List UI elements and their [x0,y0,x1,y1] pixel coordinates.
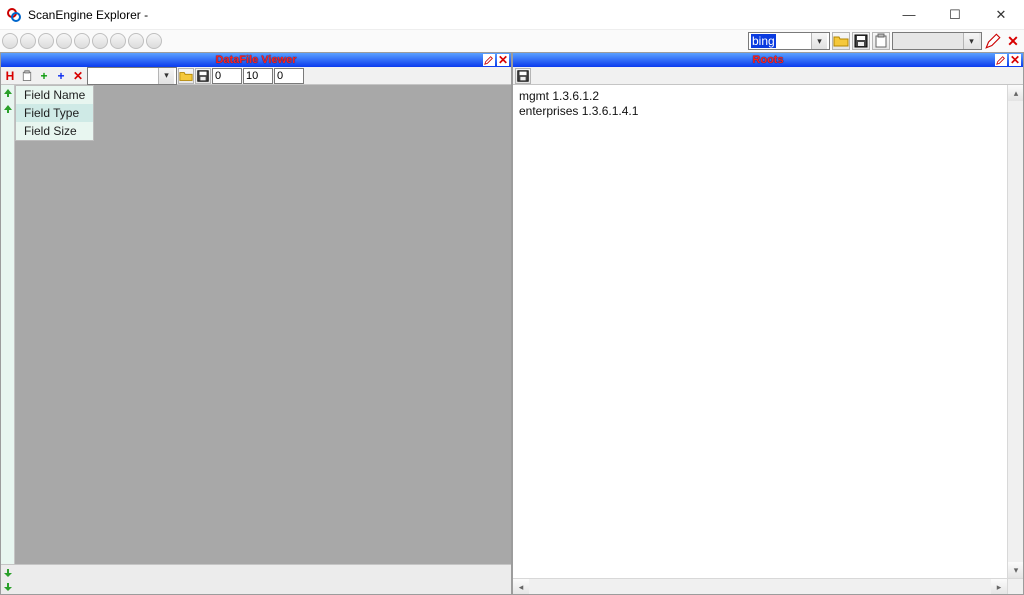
roots-content[interactable]: mgmt 1.3.6.1.2 enterprises 1.3.6.1.4.1 [513,85,1023,123]
arrow-up-icon[interactable] [3,87,13,101]
datafile-bottom-gutter [1,564,511,594]
add-blue-button[interactable]: + [53,68,69,84]
horizontal-scrollbar[interactable]: ◂ ▸ [513,578,1007,594]
save-icon [196,69,210,83]
pencil-icon [996,55,1006,65]
h-button[interactable]: H [2,68,18,84]
toolbar-circle-1[interactable] [2,33,18,49]
search-value: bing [751,34,776,48]
panel-edit-button-left[interactable] [483,54,495,66]
toolbar-circle-8[interactable] [128,33,144,49]
add-green-button[interactable]: + [36,68,52,84]
clipboard-icon [21,70,33,82]
toolbar-circle-2[interactable] [20,33,36,49]
field-row-type[interactable]: Field Type [16,104,93,122]
maximize-button[interactable]: ☐ [932,0,978,30]
save-tool[interactable] [195,68,211,84]
scroll-down-icon[interactable]: ▾ [1008,562,1023,578]
roots-body: mgmt 1.3.6.1.2 enterprises 1.3.6.1.4.1 ▴… [513,85,1023,594]
clipboard-icon [873,33,889,49]
edit-button[interactable] [984,32,1002,50]
num-input-3[interactable] [274,68,304,84]
panels: DataFile Viewer ✕ H + + ✕ ▾ [0,52,1024,595]
save-button[interactable] [852,32,870,50]
secondary-combo-input[interactable] [893,33,963,49]
scroll-up-icon[interactable]: ▴ [1008,85,1023,101]
top-right-controls: bing ▾ ▾ ✕ [748,32,1024,50]
toolbar-circle-7[interactable] [110,33,126,49]
titlebar: ScanEngine Explorer - — ☐ ✕ [0,0,1024,30]
field-row-name[interactable]: Field Name [16,86,93,104]
pencil-icon [484,55,494,65]
paste-tool[interactable] [19,68,35,84]
folder-icon [833,33,849,49]
titlebar-left: ScanEngine Explorer - [6,7,148,23]
chevron-down-icon[interactable]: ▾ [963,33,979,49]
panel-close-button-right[interactable]: ✕ [1009,54,1021,66]
open-folder-tool[interactable] [178,68,194,84]
arrow-down-icon[interactable] [3,581,511,593]
toolbar-circle-4[interactable] [56,33,72,49]
fields-list: Field Name Field Type Field Size [15,85,94,141]
toolbar-circle-3[interactable] [38,33,54,49]
panel-datafile-viewer: DataFile Viewer ✕ H + + ✕ ▾ [0,52,512,595]
datafile-side-gutter [1,85,15,564]
window-title: ScanEngine Explorer - [28,8,148,22]
paste-button[interactable] [872,32,890,50]
panel-close-button-left[interactable]: ✕ [497,54,509,66]
folder-icon [179,69,193,83]
save-tool[interactable] [515,68,531,84]
panel-roots: Roots ✕ mgmt 1.3.6.1.2 enterprises 1.3.6… [512,52,1024,595]
minimize-button[interactable]: — [886,0,932,30]
panel-title-left: DataFile Viewer [215,54,296,66]
datafile-toolbar: H + + ✕ ▾ [1,67,511,85]
scroll-left-icon[interactable]: ◂ [513,579,529,594]
pencil-icon [984,32,1002,50]
toolbar-circle-6[interactable] [92,33,108,49]
vertical-scrollbar[interactable]: ▴ ▾ [1007,85,1023,578]
panel-header-right: Roots ✕ [513,53,1023,67]
num-input-1[interactable] [212,68,242,84]
num-input-2[interactable] [243,68,273,84]
delete-button[interactable]: ✕ [1004,32,1022,50]
datafile-body: Field Name Field Type Field Size [1,85,511,564]
app-icon [6,7,22,23]
secondary-combo[interactable]: ▾ [892,32,982,50]
remove-button[interactable]: ✕ [70,68,86,84]
toolbar-circle-9[interactable] [146,33,162,49]
panel-title-right: Roots [752,54,783,66]
search-combo[interactable]: bing ▾ [748,32,830,50]
window-controls: — ☐ ✕ [886,0,1024,30]
chevron-down-icon[interactable]: ▾ [158,68,174,84]
arrow-down-icon[interactable] [3,567,511,579]
panel-header-left: DataFile Viewer ✕ [1,53,511,67]
open-folder-button[interactable] [832,32,850,50]
save-icon [853,33,869,49]
save-icon [516,69,530,83]
datafile-combo[interactable]: ▾ [87,67,177,85]
scroll-right-icon[interactable]: ▸ [991,579,1007,594]
toolbar-circle-5[interactable] [74,33,90,49]
roots-item[interactable]: enterprises 1.3.6.1.4.1 [519,104,1017,119]
field-row-size[interactable]: Field Size [16,122,93,140]
main-toolbar: bing ▾ ▾ ✕ [0,30,1024,52]
panel-edit-button-right[interactable] [995,54,1007,66]
roots-item[interactable]: mgmt 1.3.6.1.2 [519,89,1017,104]
close-button[interactable]: ✕ [978,0,1024,30]
roots-toolbar [513,67,1023,85]
scrollbar-corner [1007,578,1023,594]
datafile-combo-input[interactable] [88,68,158,84]
chevron-down-icon[interactable]: ▾ [811,33,827,49]
arrow-up-icon[interactable] [3,103,13,117]
